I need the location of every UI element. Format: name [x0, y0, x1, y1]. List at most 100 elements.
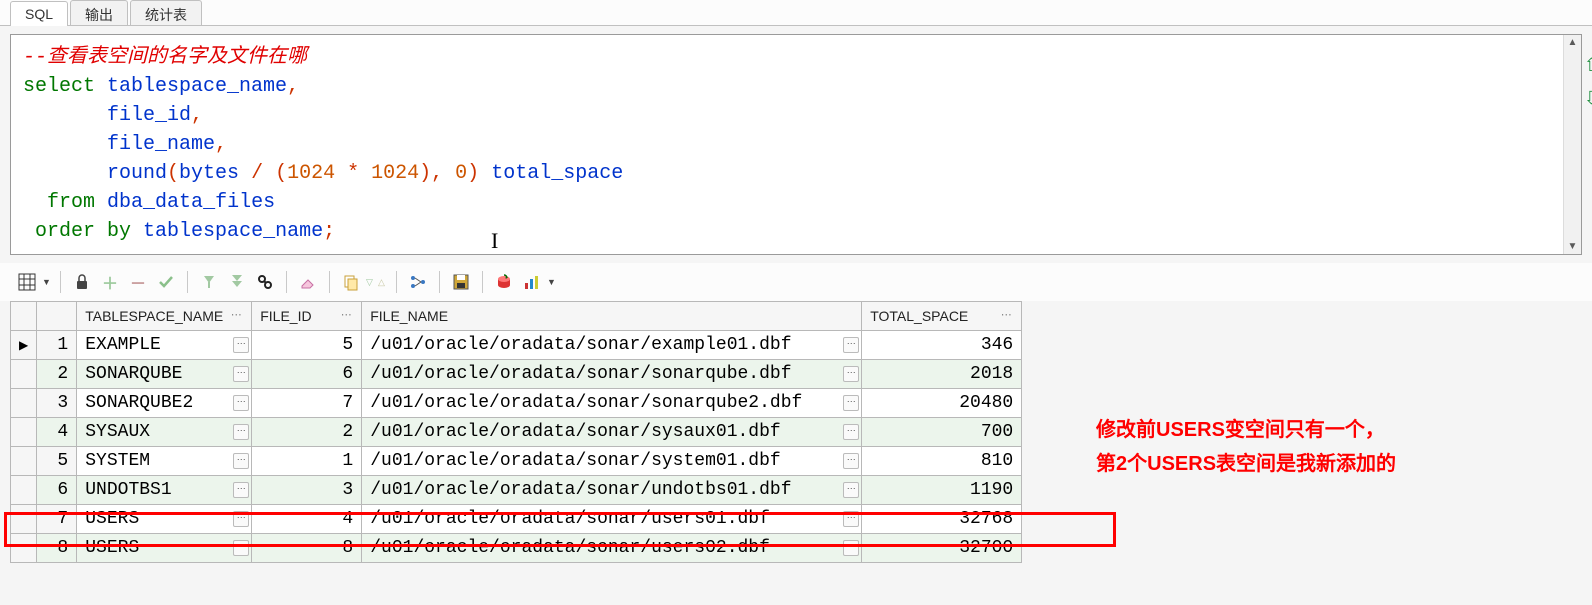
cell-totalspace[interactable]: 2018 [862, 360, 1022, 389]
table-row[interactable]: 2SONARQUBE⋯6/u01/oracle/oradata/sonar/so… [11, 360, 1022, 389]
add-button[interactable]: ＋ [97, 269, 123, 295]
tab-sql[interactable]: SQL [10, 1, 68, 26]
tab-stats[interactable]: 统计表 [130, 0, 202, 25]
scroll-up-icon[interactable]: ▲ [1568, 37, 1578, 48]
table-row[interactable]: 6UNDOTBS1⋯3/u01/oracle/oradata/sonar/und… [11, 476, 1022, 505]
row-indicator[interactable] [11, 476, 37, 505]
table-row[interactable]: 7USERS⋯4/u01/oracle/oradata/sonar/users0… [11, 505, 1022, 534]
chart-button[interactable] [519, 269, 545, 295]
cell-filename[interactable]: /u01/oracle/oradata/sonar/sonarqube.dbf⋯ [362, 360, 862, 389]
sort-handle-icon[interactable]: ⋯ [229, 308, 243, 321]
table-row[interactable]: 3SONARQUBE2⋯7/u01/oracle/oradata/sonar/s… [11, 389, 1022, 418]
cell-filename[interactable]: /u01/oracle/oradata/sonar/sysaux01.dbf⋯ [362, 418, 862, 447]
col-indicator-header[interactable] [11, 302, 37, 331]
nav-down-arrow-icon[interactable]: ⇩ [1584, 88, 1592, 109]
cell-fileid[interactable]: 2 [252, 418, 362, 447]
cell-totalspace[interactable]: 700 [862, 418, 1022, 447]
cell-fileid[interactable]: 4 [252, 505, 362, 534]
cell-filename[interactable]: /u01/oracle/oradata/sonar/example01.dbf⋯ [362, 331, 862, 360]
cell-expand-button[interactable]: ⋯ [843, 453, 859, 469]
editor-scrollbar[interactable]: ▲ ▼ [1563, 35, 1581, 254]
cell-expand-button[interactable]: ⋯ [233, 511, 249, 527]
fetch-all-button[interactable] [224, 269, 250, 295]
row-indicator[interactable] [11, 505, 37, 534]
grid-options-dropdown[interactable]: ▼ [42, 277, 52, 287]
col-rownum-header[interactable] [37, 302, 77, 331]
table-row[interactable]: 4SYSAUX⋯2/u01/oracle/oradata/sonar/sysau… [11, 418, 1022, 447]
erase-button[interactable] [295, 269, 321, 295]
cell-expand-button[interactable]: ⋯ [233, 453, 249, 469]
cell-totalspace[interactable]: 1190 [862, 476, 1022, 505]
sort-handle-icon[interactable]: ⋯ [999, 308, 1013, 321]
copy-button[interactable] [338, 269, 364, 295]
cell-totalspace[interactable]: 346 [862, 331, 1022, 360]
commit-button[interactable] [153, 269, 179, 295]
cell-filename[interactable]: /u01/oracle/oradata/sonar/users02.dbf⋯ [362, 534, 862, 563]
lock-button[interactable] [69, 269, 95, 295]
row-indicator[interactable] [11, 418, 37, 447]
cell-expand-button[interactable]: ⋯ [843, 482, 859, 498]
row-indicator[interactable] [11, 389, 37, 418]
results-grid[interactable]: TABLESPACE_NAME⋯ FILE_ID⋯ FILE_NAME TOTA… [10, 301, 1022, 563]
cell-expand-button[interactable]: ⋯ [233, 395, 249, 411]
sql-code[interactable]: --查看表空间的名字及文件在哪 select tablespace_name, … [11, 35, 1563, 254]
col-tablespace-header[interactable]: TABLESPACE_NAME⋯ [77, 302, 252, 331]
cell-fileid[interactable]: 8 [252, 534, 362, 563]
table-row[interactable]: ▶1EXAMPLE⋯5/u01/oracle/oradata/sonar/exa… [11, 331, 1022, 360]
cell-tablespace[interactable]: SONARQUBE2⋯ [77, 389, 252, 418]
cell-filename[interactable]: /u01/oracle/oradata/sonar/system01.dbf⋯ [362, 447, 862, 476]
tab-output[interactable]: 输出 [70, 0, 128, 25]
cell-expand-button[interactable]: ⋯ [233, 337, 249, 353]
sort-handle-icon[interactable]: ⋯ [339, 308, 353, 321]
remove-button[interactable]: － [125, 269, 151, 295]
cell-tablespace[interactable]: SYSAUX⋯ [77, 418, 252, 447]
cell-expand-button[interactable]: ⋯ [843, 337, 859, 353]
table-row[interactable]: 8USERS⋯8/u01/oracle/oradata/sonar/users0… [11, 534, 1022, 563]
cell-totalspace[interactable]: 32700 [862, 534, 1022, 563]
scroll-down-icon[interactable]: ▼ [1568, 241, 1578, 252]
col-filename-header[interactable]: FILE_NAME [362, 302, 862, 331]
cell-expand-button[interactable]: ⋯ [843, 540, 859, 556]
cell-filename[interactable]: /u01/oracle/oradata/sonar/users01.dbf⋯ [362, 505, 862, 534]
relations-button[interactable] [405, 269, 431, 295]
col-totalspace-header[interactable]: TOTAL_SPACE⋯ [862, 302, 1022, 331]
save-button[interactable] [448, 269, 474, 295]
col-fileid-header[interactable]: FILE_ID⋯ [252, 302, 362, 331]
cell-tablespace[interactable]: USERS⋯ [77, 534, 252, 563]
cell-tablespace[interactable]: SYSTEM⋯ [77, 447, 252, 476]
cell-totalspace[interactable]: 32768 [862, 505, 1022, 534]
cell-fileid[interactable]: 1 [252, 447, 362, 476]
cell-filename[interactable]: /u01/oracle/oradata/sonar/undotbs01.dbf⋯ [362, 476, 862, 505]
cell-tablespace[interactable]: USERS⋯ [77, 505, 252, 534]
cell-filename[interactable]: /u01/oracle/oradata/sonar/sonarqube2.dbf… [362, 389, 862, 418]
cell-expand-button[interactable]: ⋯ [843, 366, 859, 382]
row-indicator[interactable]: ▶ [11, 331, 37, 360]
cell-expand-button[interactable]: ⋯ [843, 511, 859, 527]
cell-expand-button[interactable]: ⋯ [843, 395, 859, 411]
refresh-button[interactable] [491, 269, 517, 295]
cell-expand-button[interactable]: ⋯ [233, 540, 249, 556]
cell-tablespace[interactable]: UNDOTBS1⋯ [77, 476, 252, 505]
sort-down-dropdown[interactable]: ▽ [366, 277, 376, 288]
cell-fileid[interactable]: 5 [252, 331, 362, 360]
cell-expand-button[interactable]: ⋯ [233, 424, 249, 440]
row-indicator[interactable] [11, 360, 37, 389]
cell-fileid[interactable]: 6 [252, 360, 362, 389]
cell-tablespace[interactable]: SONARQUBE⋯ [77, 360, 252, 389]
cell-tablespace[interactable]: EXAMPLE⋯ [77, 331, 252, 360]
cell-fileid[interactable]: 7 [252, 389, 362, 418]
cell-totalspace[interactable]: 810 [862, 447, 1022, 476]
cell-expand-button[interactable]: ⋯ [843, 424, 859, 440]
fetch-next-button[interactable] [196, 269, 222, 295]
table-row[interactable]: 5SYSTEM⋯1/u01/oracle/oradata/sonar/syste… [11, 447, 1022, 476]
sql-editor[interactable]: --查看表空间的名字及文件在哪 select tablespace_name, … [10, 34, 1582, 255]
row-indicator[interactable] [11, 447, 37, 476]
row-indicator[interactable] [11, 534, 37, 563]
sort-up-dropdown[interactable]: △ [378, 277, 388, 288]
find-button[interactable] [252, 269, 278, 295]
nav-up-arrow-icon[interactable]: ⇧ [1584, 55, 1592, 76]
cell-expand-button[interactable]: ⋯ [233, 366, 249, 382]
cell-fileid[interactable]: 3 [252, 476, 362, 505]
cell-totalspace[interactable]: 20480 [862, 389, 1022, 418]
chart-dropdown[interactable]: ▼ [547, 277, 557, 287]
